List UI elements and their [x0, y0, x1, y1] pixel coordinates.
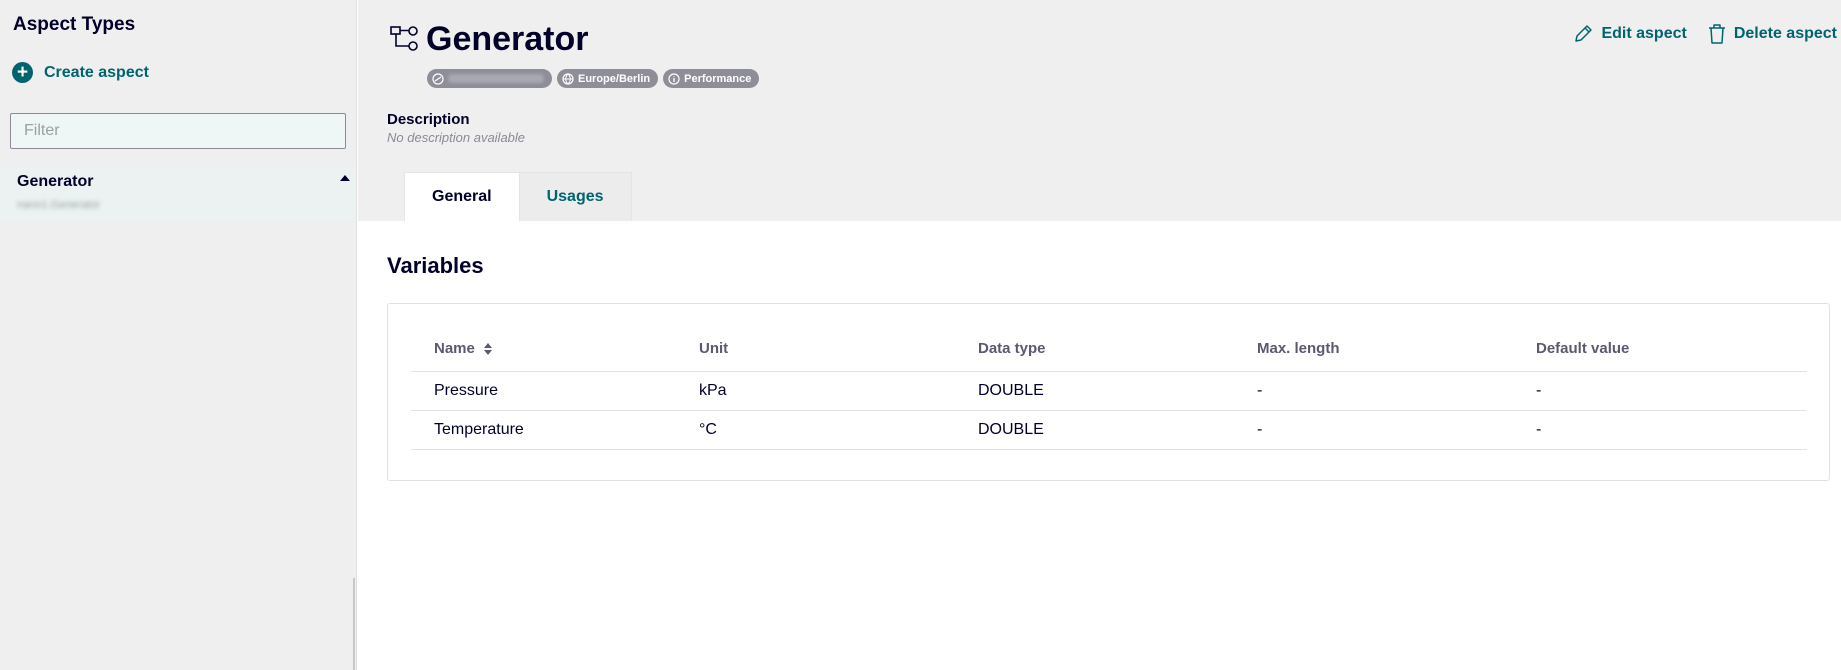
timezone-badge-label: Europe/Berlin [578, 72, 651, 85]
column-header-max-length: Max. length [1257, 340, 1340, 357]
cell-default-value: - [1536, 382, 1542, 399]
cell-data-type: DOUBLE [978, 421, 1044, 438]
cell-default-value: - [1536, 421, 1542, 438]
category-badge: Performance [663, 69, 760, 88]
create-aspect-label: Create aspect [44, 63, 149, 81]
page-title: Generator [426, 20, 589, 58]
create-aspect-button[interactable]: + Create aspect [12, 62, 149, 83]
cell-name: Temperature [434, 421, 524, 438]
globe-icon [562, 72, 574, 85]
sidebar-scrollbar[interactable] [353, 578, 355, 670]
table-row: Temperature °C DOUBLE - - [411, 411, 1807, 450]
timezone-badge: Europe/Berlin [557, 69, 659, 88]
cell-unit: kPa [699, 382, 727, 399]
category-badge-label: Performance [684, 72, 752, 85]
table-header-row: Name Unit Data type Max. length Default … [411, 326, 1807, 372]
sidebar-title: Aspect Types [13, 14, 136, 35]
cell-name: Pressure [434, 382, 499, 399]
badge-group: Europe/Berlin Performance [427, 69, 760, 88]
tab-bar: General Usages [404, 172, 632, 221]
variables-table: Name Unit Data type Max. length Default … [387, 303, 1830, 481]
sidebar-item-label: Generator [17, 173, 94, 190]
variables-heading: Variables [387, 253, 484, 278]
pencil-icon [1575, 25, 1593, 42]
sidebar-item-generator[interactable]: Generator nano1.Generator [0, 167, 356, 221]
plus-circle-icon: + [12, 62, 33, 83]
tenant-icon [432, 72, 444, 85]
column-header-default-value: Default value [1536, 340, 1630, 357]
column-header-name-label: Name [434, 340, 475, 357]
info-icon [668, 72, 680, 85]
collapse-up-icon[interactable] [340, 175, 350, 181]
description-heading: Description [387, 111, 470, 128]
edit-aspect-button[interactable]: Edit aspect [1572, 23, 1687, 45]
delete-aspect-label: Delete aspect [1733, 25, 1837, 42]
cell-unit: °C [699, 421, 717, 438]
delete-aspect-button[interactable]: Delete aspect [1707, 23, 1837, 45]
tenant-badge-redacted [448, 74, 544, 83]
column-header-name[interactable]: Name [434, 340, 493, 357]
cell-max-length: - [1257, 382, 1263, 399]
edit-aspect-label: Edit aspect [1601, 25, 1687, 42]
sidebar-item-sublabel: nano1.Generator [17, 199, 101, 211]
sidebar: Aspect Types + Create aspect Generator n… [0, 0, 357, 670]
sort-icon[interactable] [484, 343, 493, 356]
cell-max-length: - [1257, 421, 1263, 438]
cell-data-type: DOUBLE [978, 382, 1044, 399]
tab-usages[interactable]: Usages [519, 172, 632, 221]
tenant-badge [427, 69, 552, 88]
column-header-unit: Unit [699, 340, 729, 357]
table-row: Pressure kPa DOUBLE - - [411, 372, 1807, 411]
trash-icon [1708, 24, 1725, 44]
column-header-data-type: Data type [978, 340, 1046, 357]
tab-general[interactable]: General [404, 172, 520, 221]
filter-input[interactable] [10, 113, 346, 149]
aspect-header: Generator Europe/Berlin Performance Edit… [358, 0, 1841, 221]
aspect-type-icon [390, 26, 420, 57]
description-text: No description available [387, 130, 526, 145]
header-actions: Edit aspect Delete aspect [1572, 23, 1837, 45]
